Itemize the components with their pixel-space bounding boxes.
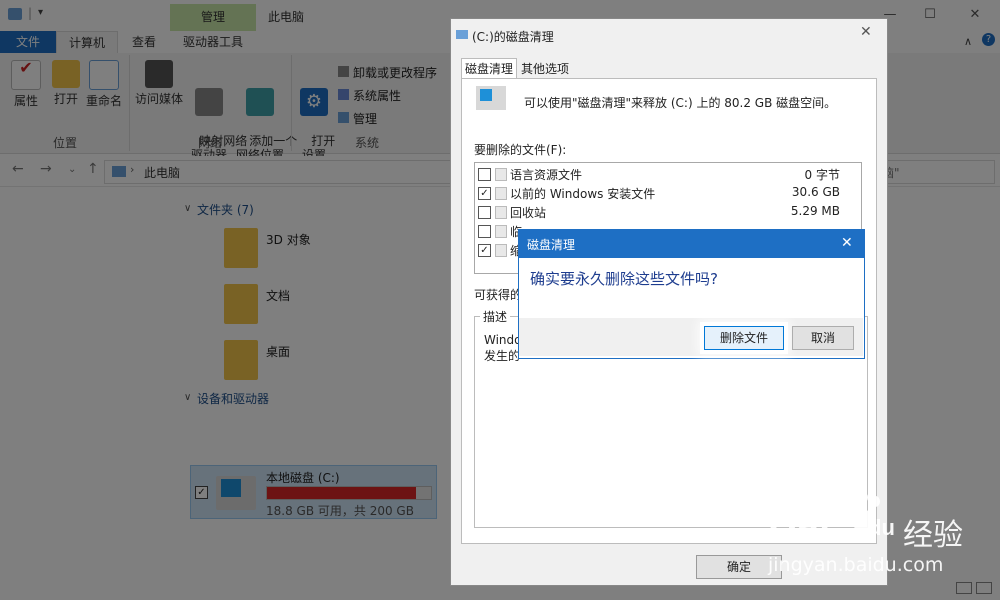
file-size: 5.29 MB bbox=[790, 204, 840, 218]
file-checkbox[interactable]: ✓ bbox=[478, 187, 491, 200]
file-checkbox[interactable] bbox=[478, 225, 491, 238]
file-list-item[interactable]: 回收站 5.29 MB bbox=[478, 203, 840, 221]
file-name: 语言资源文件 bbox=[510, 168, 583, 182]
file-list-item[interactable]: 语言资源文件 0 字节 bbox=[478, 165, 840, 183]
confirm-message: 确实要永久删除这些文件吗? bbox=[530, 270, 718, 288]
tab-more-options[interactable]: 其他选项 bbox=[517, 60, 573, 78]
file-name: 以前的 Windows 安装文件 bbox=[510, 187, 656, 201]
file-type-icon bbox=[495, 187, 507, 200]
file-size: 0 字节 bbox=[804, 168, 840, 182]
cancel-button[interactable]: 取消 bbox=[792, 326, 854, 350]
file-type-icon bbox=[495, 225, 507, 238]
description-group-title: 描述 bbox=[480, 308, 511, 325]
watermark-url: jingyan.baidu.com bbox=[768, 554, 944, 576]
file-checkbox[interactable] bbox=[478, 168, 491, 181]
delete-files-button[interactable]: 删除文件 bbox=[704, 326, 784, 350]
file-list-item[interactable]: ✓ 以前的 Windows 安装文件 30.6 GB bbox=[478, 184, 840, 202]
baidu-watermark: Bai du 经验 jingyan.baidu.com bbox=[768, 490, 998, 582]
file-type-icon bbox=[495, 206, 507, 219]
file-type-icon bbox=[495, 244, 507, 257]
watermark-suffix: 经验 bbox=[903, 518, 963, 553]
tab-disk-cleanup[interactable]: 磁盘清理 bbox=[461, 58, 517, 79]
watermark-brand-bai: Bai bbox=[768, 502, 831, 546]
close-icon[interactable]: ✕ bbox=[860, 24, 872, 40]
watermark-brand-du: du bbox=[868, 515, 895, 540]
disk-cleanup-icon bbox=[456, 30, 468, 39]
file-size: 30.6 GB bbox=[791, 185, 840, 199]
confirm-title: 磁盘清理 bbox=[527, 238, 576, 252]
file-type-icon bbox=[495, 168, 507, 181]
files-to-delete-label: 要删除的文件(F): bbox=[474, 143, 567, 157]
file-checkbox[interactable]: ✓ bbox=[478, 244, 491, 257]
close-icon[interactable]: ✕ bbox=[841, 235, 853, 251]
file-checkbox[interactable] bbox=[478, 206, 491, 219]
confirm-title-bar: 磁盘清理 ✕ bbox=[519, 230, 864, 258]
cleanup-description: 可以使用"磁盘清理"来释放 (C:) 上的 80.2 GB 磁盘空间。 bbox=[524, 96, 837, 110]
space-gain-label: 可获得的 bbox=[474, 288, 523, 302]
hard-drive-icon bbox=[476, 86, 506, 110]
disk-cleanup-title: (C:)的磁盘清理 bbox=[472, 30, 554, 44]
file-name: 回收站 bbox=[510, 206, 547, 220]
